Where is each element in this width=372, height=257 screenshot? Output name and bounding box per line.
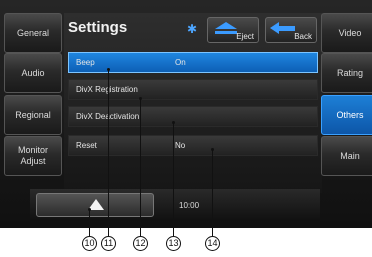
callout-line [108, 70, 109, 236]
callout-12: 12 [133, 236, 148, 251]
scroll-up-button[interactable] [36, 193, 154, 217]
menu-regional[interactable]: Regional [4, 95, 62, 135]
row-value: No [175, 141, 186, 150]
back-arrow-icon [270, 22, 295, 34]
menu-monitor-adjust[interactable]: Monitor Adjust [4, 136, 62, 176]
menu-video[interactable]: Video [321, 13, 372, 53]
row-label: Reset [76, 141, 97, 150]
row-label: Beep [76, 58, 95, 67]
eject-button[interactable]: Eject [207, 17, 259, 43]
callout-dot [107, 68, 110, 71]
callout-13: 13 [166, 236, 181, 251]
clock-time: 10:00 [179, 201, 200, 210]
eject-label: Eject [236, 32, 254, 41]
row-value: On [175, 58, 186, 67]
back-button[interactable]: Back [265, 17, 317, 43]
callout-line [173, 123, 174, 236]
callout-11: 11 [101, 236, 116, 251]
row-reset[interactable]: Reset No [68, 135, 318, 156]
menu-rating[interactable]: Rating [321, 53, 372, 93]
row-label: DivX Registration [76, 85, 138, 94]
callout-10: 10 [82, 236, 97, 251]
bluetooth-icon: ✱ [186, 22, 198, 36]
row-beep[interactable]: Beep On [68, 52, 318, 73]
callout-line [140, 99, 141, 236]
menu-main[interactable]: Main [321, 136, 372, 176]
callout-14: 14 [205, 236, 220, 251]
row-divx-deactivation[interactable]: DivX Deactivation [68, 106, 318, 127]
eject-icon [215, 22, 237, 34]
callout-dot [139, 97, 142, 100]
back-label: Back [294, 32, 312, 41]
page-title: Settings [68, 19, 128, 36]
menu-general[interactable]: General [4, 13, 62, 53]
callout-dot [88, 208, 91, 211]
menu-others[interactable]: Others [321, 95, 372, 135]
row-divx-registration[interactable]: DivX Registration [68, 79, 318, 100]
menu-audio[interactable]: Audio [4, 53, 62, 93]
callout-dot [211, 148, 214, 151]
callout-line [212, 150, 213, 236]
callout-dot [172, 121, 175, 124]
callout-line [89, 210, 90, 236]
